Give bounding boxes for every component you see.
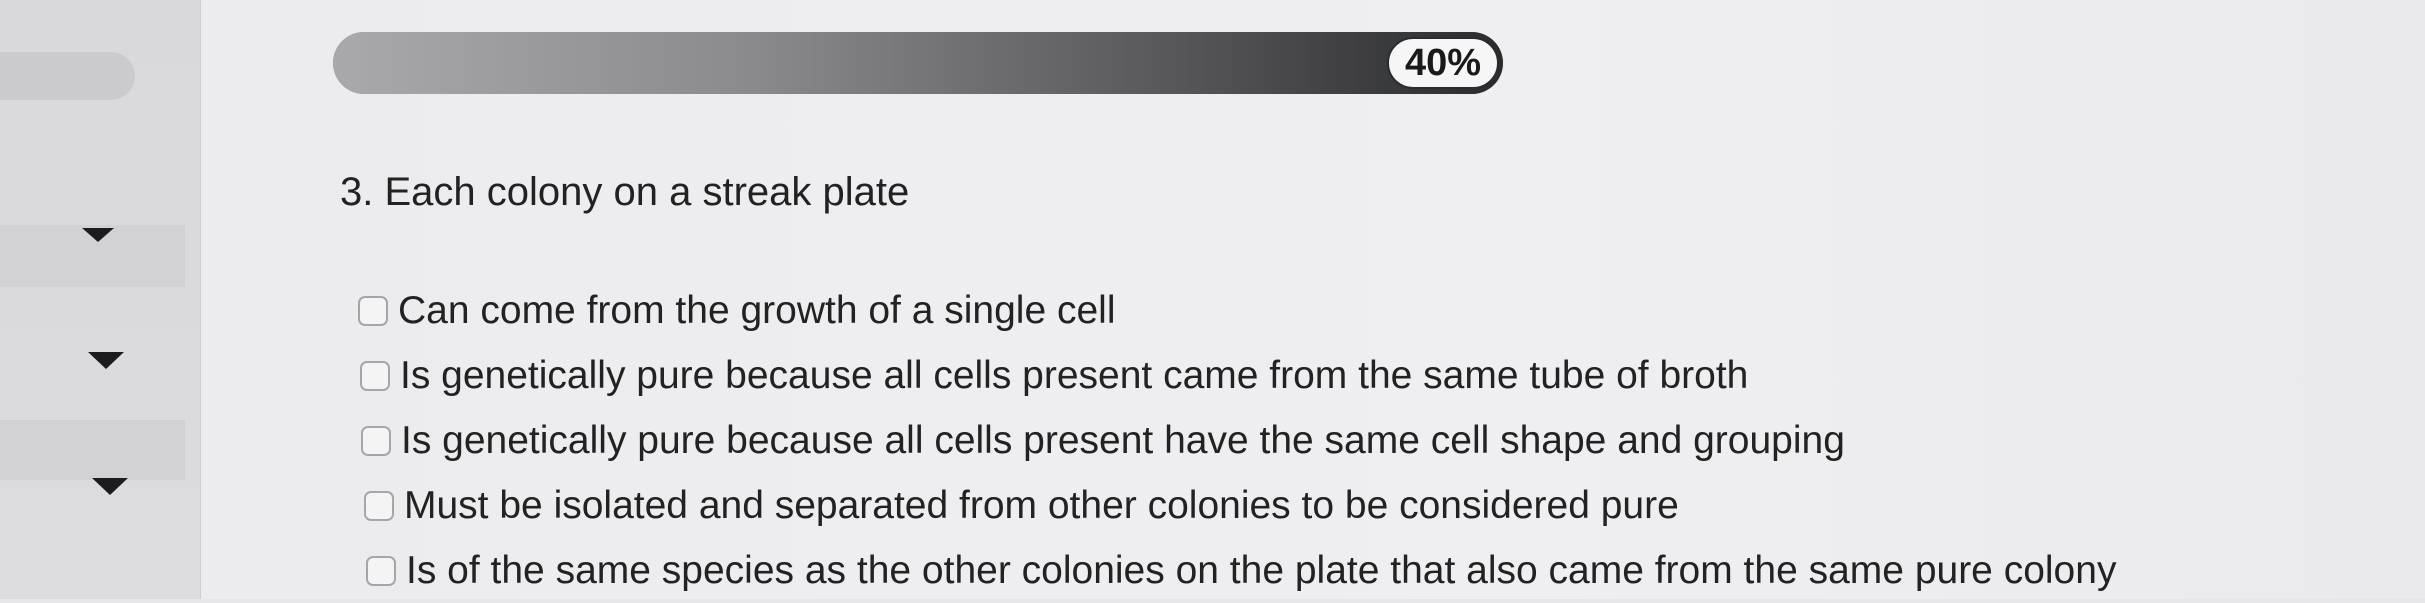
checkbox[interactable] — [364, 490, 394, 521]
answer-option-label: Must be isolated and separated from othe… — [404, 483, 1679, 527]
sidebar-selected-item[interactable] — [0, 52, 135, 100]
sidebar-row — [0, 420, 185, 480]
chevron-down-icon[interactable] — [92, 478, 128, 495]
progress-bar: 40% — [333, 32, 1503, 94]
answer-option[interactable]: Is genetically pure because all cells pr… — [358, 408, 2116, 473]
answer-option[interactable]: Is genetically pure because all cells pr… — [358, 343, 2116, 408]
chevron-down-icon[interactable] — [82, 228, 114, 242]
answer-option-label: Can come from the growth of a single cel… — [398, 288, 1116, 332]
answer-options: Can come from the growth of a single cel… — [358, 278, 2116, 603]
checkbox[interactable] — [366, 555, 396, 586]
answer-option-label: Is genetically pure because all cells pr… — [401, 418, 1845, 462]
progress-percent-label: 40% — [1387, 37, 1499, 89]
question-text: 3. Each colony on a streak plate — [340, 170, 910, 214]
answer-option[interactable]: Is of the same species as the other colo… — [358, 538, 2116, 603]
answer-option[interactable]: Can come from the growth of a single cel… — [358, 278, 2116, 343]
chevron-down-icon[interactable] — [88, 352, 124, 369]
progress-fill — [333, 32, 1503, 94]
checkbox[interactable] — [361, 425, 391, 456]
checkbox[interactable] — [360, 360, 390, 391]
answer-option-label: Is of the same species as the other colo… — [406, 548, 2117, 592]
checkbox[interactable] — [358, 295, 388, 326]
answer-option-label: Is genetically pure because all cells pr… — [400, 353, 1749, 397]
answer-option[interactable]: Must be isolated and separated from othe… — [358, 473, 2116, 538]
sidebar — [0, 0, 201, 599]
